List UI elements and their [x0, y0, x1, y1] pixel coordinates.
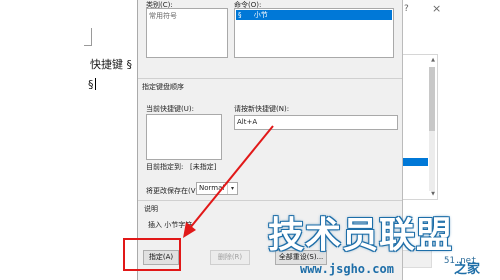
watermark-suffix: 之家	[454, 262, 481, 277]
arrow-line	[189, 125, 274, 229]
watermark-title: 技术员联盟	[268, 215, 454, 256]
watermark-url: www.jsgho.com	[300, 262, 394, 276]
